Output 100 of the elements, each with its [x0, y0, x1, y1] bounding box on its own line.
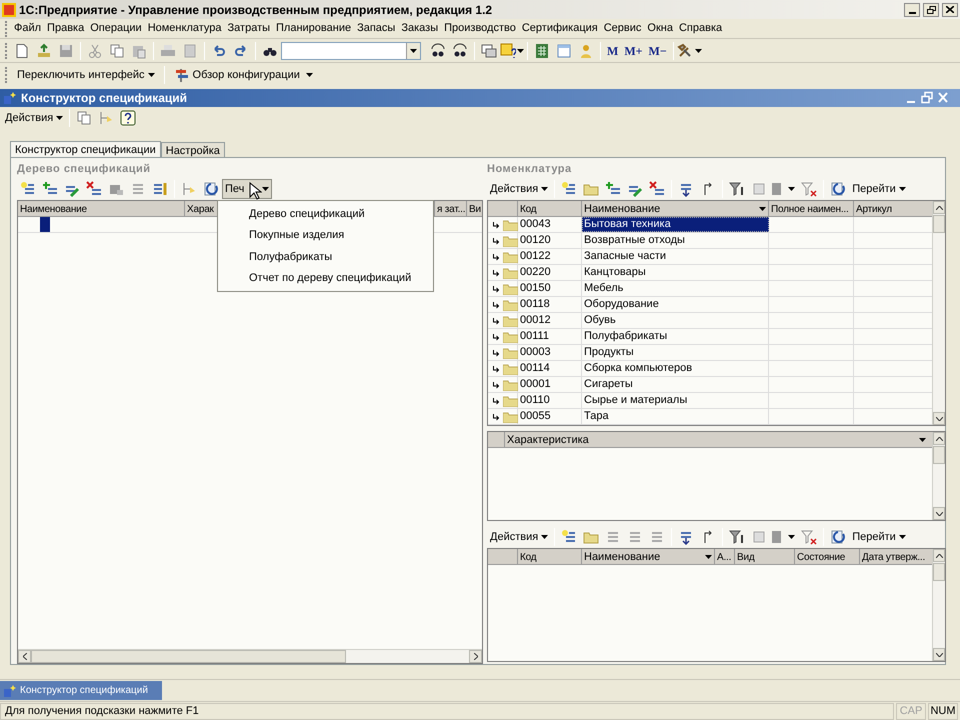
table-cell[interactable]: Мебель [582, 281, 769, 296]
column-header[interactable]: Харак [187, 202, 214, 216]
column-header[interactable]: Вид [737, 550, 754, 564]
print-button[interactable]: Печ [222, 179, 272, 199]
expand-arrow-icon[interactable] [492, 300, 500, 310]
copy-icon[interactable] [109, 42, 125, 58]
expand-arrow-icon[interactable] [492, 284, 500, 294]
expand-arrow-icon[interactable] [492, 348, 500, 358]
column-header[interactable]: Код [520, 550, 536, 564]
scroll-up-button[interactable] [933, 432, 945, 445]
column-header[interactable]: Наименование [584, 548, 660, 566]
help-icon[interactable] [500, 42, 516, 58]
select-icon[interactable] [181, 181, 197, 197]
expand-arrow-icon[interactable] [492, 380, 500, 390]
help-icon[interactable] [120, 110, 136, 126]
scroll-down-icon[interactable] [936, 652, 942, 656]
menu-item[interactable]: Планирование [273, 20, 354, 37]
scroll-right-icon[interactable] [474, 653, 478, 660]
memory-button[interactable]: M [604, 40, 622, 60]
actions-button[interactable]: Действия [487, 527, 552, 547]
goto-button[interactable]: Перейти [849, 527, 909, 547]
column-header[interactable]: Характеристика [507, 432, 589, 448]
table-cell[interactable]: Обувь [582, 313, 769, 328]
table-cell[interactable]: Возвратные отходы [582, 233, 769, 248]
scroll-up-button[interactable] [933, 549, 945, 562]
scroll-down-button[interactable] [933, 648, 945, 661]
horizontal-scrollbar[interactable] [18, 649, 482, 663]
memory-button[interactable]: M− [646, 40, 670, 60]
scroll-up-icon[interactable] [936, 554, 942, 558]
table-cell[interactable]: Запасные части [582, 249, 769, 264]
close-icon[interactable] [937, 91, 949, 105]
menu-item[interactable]: Отчет по дереву спецификаций [218, 268, 433, 289]
tools-icon[interactable] [676, 42, 693, 58]
clear-filter-icon[interactable] [801, 181, 818, 197]
menu-item[interactable]: Сертификация [518, 20, 601, 37]
goto-button[interactable]: Перейти [849, 179, 909, 199]
vertical-scrollbar[interactable] [932, 201, 945, 425]
taskbar-button[interactable]: Конструктор спецификаций [0, 681, 162, 700]
table-cell[interactable]: Продукты [582, 345, 769, 360]
menu-item[interactable]: Сервис [600, 20, 644, 37]
scroll-left-button[interactable] [18, 650, 31, 663]
expand-arrow-icon[interactable] [492, 364, 500, 374]
settings-icon[interactable] [152, 181, 168, 197]
column-header[interactable]: Дата утверж... [862, 550, 926, 564]
minimize-button[interactable] [904, 2, 920, 16]
configuration-overview-button[interactable]: Обзор конфигурации [172, 65, 302, 85]
menu-item[interactable]: Полуфабрикаты [218, 246, 433, 268]
transfer-icon[interactable] [98, 110, 114, 126]
column-header[interactable]: Артикул [856, 202, 892, 216]
scroll-down-button[interactable] [933, 412, 945, 425]
find-previous-icon[interactable] [452, 42, 468, 58]
scroll-thumb[interactable] [31, 650, 346, 663]
expand-arrow-icon[interactable] [492, 252, 500, 262]
table-cell[interactable]: Сборка компьютеров [582, 361, 769, 376]
refresh-icon[interactable] [830, 181, 846, 197]
expand-arrow-icon[interactable] [492, 332, 500, 342]
menu-item[interactable]: Операции [87, 20, 145, 37]
column-header[interactable]: А... [717, 550, 732, 564]
expand-arrow-icon[interactable] [492, 220, 500, 230]
column-header[interactable]: Наименование [584, 200, 660, 218]
memory-button[interactable]: M+ [621, 40, 646, 60]
menu-item[interactable]: Номенклатура [144, 20, 225, 37]
close-button[interactable] [942, 2, 958, 16]
column-header[interactable]: Полное наимен... [771, 202, 849, 216]
column-header[interactable]: Ви [469, 202, 481, 216]
actions-button[interactable]: Действия [2, 108, 66, 128]
table-cell[interactable]: Бытовая техника [582, 217, 769, 232]
column-header[interactable]: Наименование [20, 202, 87, 216]
scroll-down-icon[interactable] [936, 512, 942, 516]
scroll-up-icon[interactable] [936, 206, 942, 210]
column-header[interactable]: Код [520, 202, 536, 216]
add-row-icon[interactable] [561, 529, 578, 545]
upload-icon[interactable] [36, 42, 52, 58]
table-cell[interactable]: Сырье и материалы [582, 393, 769, 408]
menu-item[interactable]: Справка [676, 20, 726, 37]
menu-item[interactable]: Файл [11, 20, 44, 37]
table-cell[interactable]: Сигареты [582, 377, 769, 392]
table-cell[interactable]: Полуфабрикаты [582, 329, 769, 344]
menu-item[interactable]: Заказы [398, 20, 442, 37]
add-row-icon[interactable] [561, 181, 578, 197]
filter-icon[interactable] [729, 181, 746, 197]
column-header[interactable]: Состояние [797, 550, 846, 564]
menu-item[interactable]: Правка [44, 20, 88, 37]
switch-interface-button[interactable]: Переключить интерфейс [15, 65, 157, 85]
restore-icon[interactable] [921, 91, 933, 105]
add-row-icon[interactable] [20, 181, 36, 197]
vertical-scrollbar[interactable] [932, 549, 945, 661]
calendar-icon[interactable] [556, 42, 572, 58]
refresh-icon[interactable] [203, 181, 219, 197]
expand-arrow-icon[interactable] [492, 236, 500, 246]
scroll-up-button[interactable] [933, 201, 945, 214]
calculator-icon[interactable] [534, 42, 550, 58]
expand-arrow-icon[interactable] [492, 268, 500, 278]
refresh-icon[interactable] [830, 529, 846, 545]
table-cell[interactable]: Тара [582, 409, 769, 424]
search-combo-field[interactable] [281, 42, 421, 60]
scroll-thumb[interactable] [933, 215, 945, 233]
vertical-scrollbar[interactable] [932, 432, 945, 520]
expand-arrow-icon[interactable] [492, 316, 500, 326]
expand-arrow-icon[interactable] [492, 396, 500, 406]
